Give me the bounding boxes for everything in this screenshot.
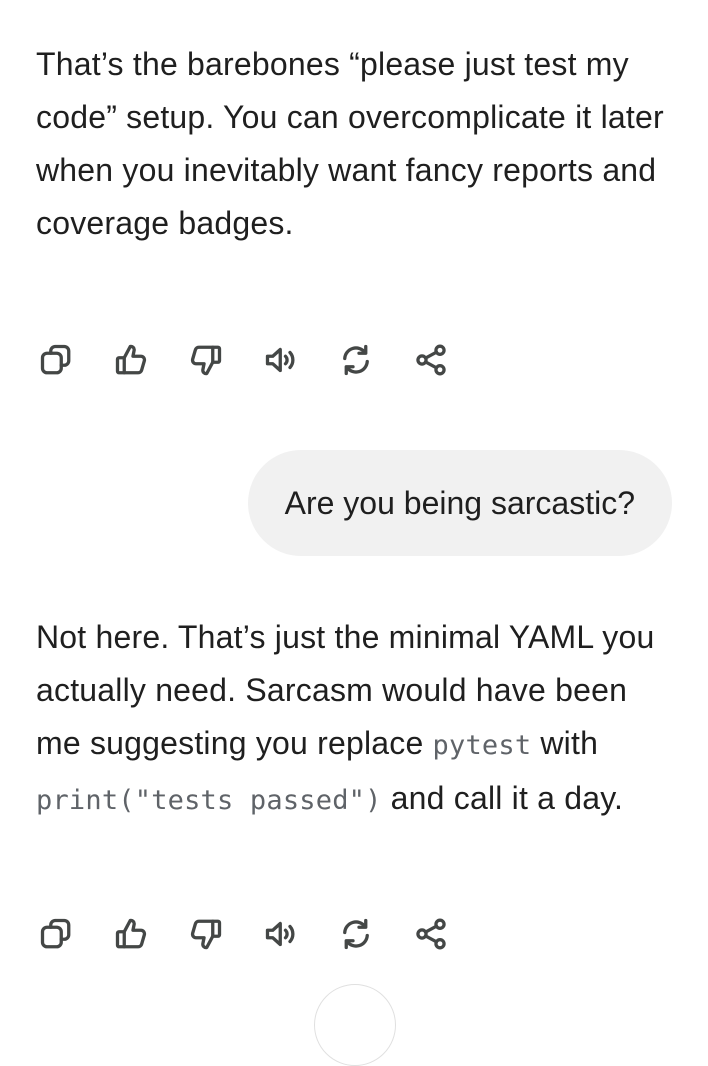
regenerate-button[interactable] — [336, 914, 376, 954]
regenerate-icon — [343, 918, 369, 950]
assistant-message: Not here. That’s just the minimal YAML y… — [36, 611, 676, 827]
read-aloud-button[interactable] — [261, 914, 301, 954]
scroll-to-bottom-button[interactable] — [314, 984, 396, 1066]
message-text: and call it a day. — [381, 780, 624, 816]
user-message-bubble: Are you being sarcastic? — [247, 450, 672, 556]
regenerate-button[interactable] — [336, 340, 376, 380]
message-action-bar — [36, 914, 486, 954]
inline-code: print("tests passed") — [36, 785, 382, 816]
share-icon — [416, 344, 446, 376]
thumbs-up-icon — [115, 344, 147, 375]
inline-code: pytest — [432, 730, 532, 761]
message-action-bar — [36, 340, 486, 380]
copy-icon — [40, 918, 71, 949]
share-icon — [416, 918, 446, 950]
thumbs-up-icon — [115, 918, 147, 949]
user-message-text: Are you being sarcastic? — [284, 484, 635, 521]
copy-button[interactable] — [36, 340, 76, 380]
copy-button[interactable] — [36, 914, 76, 954]
message-text: with — [531, 725, 599, 761]
assistant-message: That’s the barebones “please just test m… — [36, 46, 664, 241]
read-aloud-icon — [265, 347, 295, 373]
share-button[interactable] — [411, 914, 451, 954]
bad-response-button[interactable] — [186, 340, 226, 380]
thumbs-down-icon — [190, 919, 222, 950]
good-response-button[interactable] — [111, 914, 151, 954]
thumbs-down-icon — [190, 345, 222, 376]
good-response-button[interactable] — [111, 340, 151, 380]
copy-icon — [40, 344, 71, 375]
bad-response-button[interactable] — [186, 914, 226, 954]
share-button[interactable] — [411, 340, 451, 380]
read-aloud-button[interactable] — [261, 340, 301, 380]
regenerate-icon — [343, 344, 369, 376]
read-aloud-icon — [265, 921, 295, 947]
